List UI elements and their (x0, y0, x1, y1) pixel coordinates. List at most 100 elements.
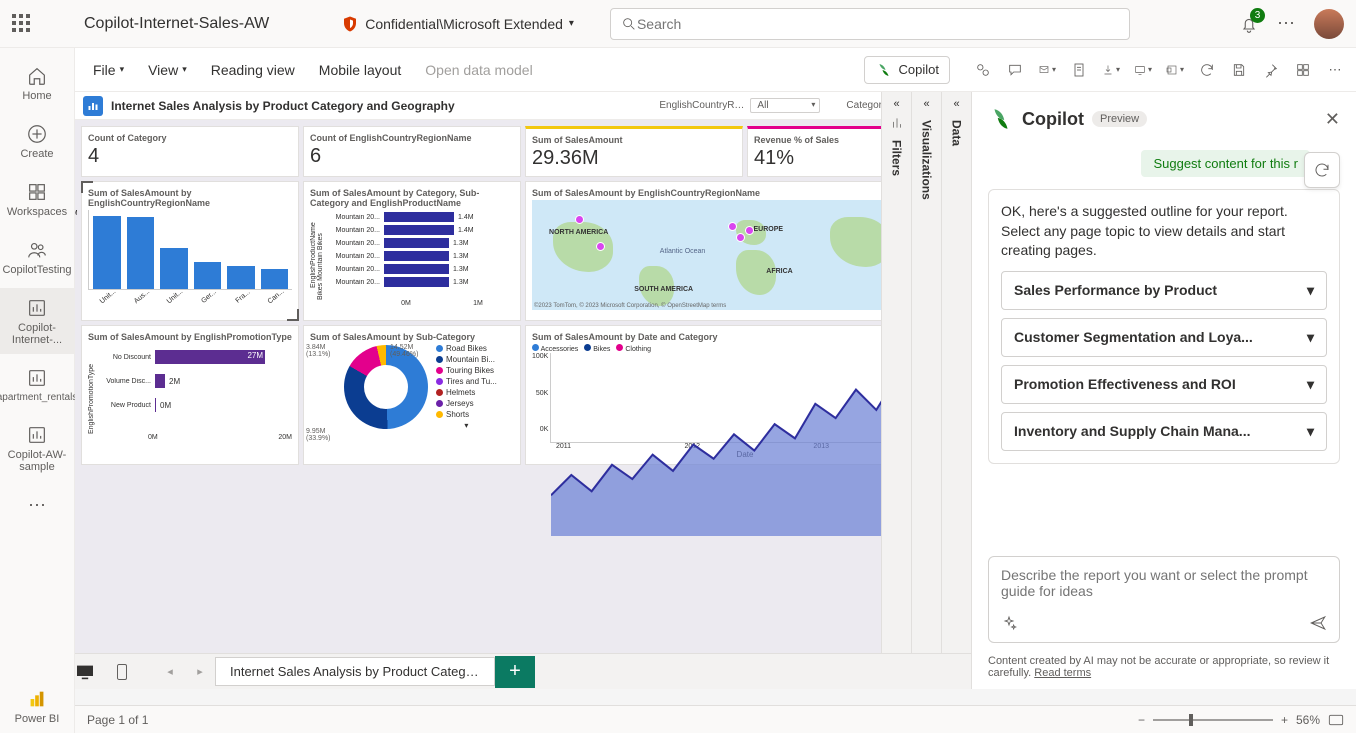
desktop-view-icon[interactable] (75, 664, 115, 680)
nav-create[interactable]: Create (0, 114, 74, 168)
share-icon[interactable] (1134, 61, 1152, 79)
copilot-button[interactable]: Copilot (864, 56, 950, 84)
nav-more[interactable]: ⋯ (0, 485, 74, 527)
filters-panel-collapsed[interactable]: «Filters (881, 92, 911, 689)
nav-rentals[interactable]: apartment_rentals (0, 358, 74, 411)
menu-reading-view[interactable]: Reading view (205, 58, 301, 82)
nav-powerbi[interactable]: Power BI (0, 679, 74, 733)
more-options[interactable]: ⋯ (1277, 13, 1296, 34)
document-icon[interactable] (1070, 61, 1088, 79)
comment-icon[interactable] (1006, 61, 1024, 79)
teams-icon[interactable] (1166, 61, 1184, 79)
chart-sales-by-product[interactable]: Sum of SalesAmount by Category, Sub-Cate… (303, 181, 521, 321)
user-avatar[interactable] (1314, 9, 1344, 39)
more-icon[interactable]: ⋯ (1326, 61, 1344, 79)
report-title: Internet Sales Analysis by Product Categ… (111, 99, 455, 113)
copilot-textarea[interactable] (1001, 567, 1327, 607)
grid-icon[interactable] (1294, 61, 1312, 79)
zoom-level: 56% (1296, 713, 1320, 727)
regenerate-button[interactable] (1304, 152, 1340, 188)
bar-group (88, 210, 292, 290)
suggestion-customer-segmentation[interactable]: Customer Segmentation and Loya...▾ (1001, 318, 1327, 357)
preview-badge: Preview (1092, 111, 1147, 127)
menu-open-data-model: Open data model (419, 58, 538, 82)
nav-home[interactable]: Home (0, 56, 74, 110)
filter1-label: EnglishCountryR… (659, 100, 744, 111)
menu-mobile-layout[interactable]: Mobile layout (313, 58, 408, 82)
chart-sales-by-promo[interactable]: Sum of SalesAmount by EnglishPromotionTy… (81, 325, 299, 465)
copilot-message: OK, here's a suggested outline for your … (1001, 202, 1327, 261)
visualizations-panel-collapsed[interactable]: «Visualizations (911, 92, 941, 689)
search-box[interactable] (610, 8, 1130, 40)
zoom-slider[interactable] (1153, 719, 1273, 721)
workspaces-icon (26, 181, 48, 203)
export-icon[interactable] (1102, 61, 1120, 79)
subscribe-icon[interactable] (1038, 61, 1056, 79)
pin-icon[interactable] (1262, 61, 1280, 79)
kpi-sum-sales[interactable]: Sum of SalesAmount29.36M (525, 126, 743, 177)
search-icon (621, 16, 637, 32)
kpi-count-region[interactable]: Count of EnglishCountryRegionName6 (303, 126, 521, 177)
prev-page[interactable]: ◂ (155, 665, 185, 678)
nav-workspaces[interactable]: Workspaces (0, 172, 74, 226)
powerbi-icon (26, 688, 48, 710)
suggestion-inventory[interactable]: Inventory and Supply Chain Mana...▾ (1001, 412, 1327, 451)
fit-to-page-icon[interactable] (1328, 714, 1344, 726)
nav-current-report[interactable]: Copilot-Internet-... (0, 288, 74, 354)
report-icon (26, 367, 48, 389)
search-input[interactable] (637, 16, 1119, 32)
chevron-down-icon: ▾ (1307, 282, 1314, 299)
chart-donut-subcategory[interactable]: Sum of SalesAmount by Sub-Category 3.84M… (303, 325, 521, 465)
copilot-title: Copilot (1022, 109, 1084, 130)
home-icon (26, 65, 48, 87)
people-icon (26, 239, 48, 261)
shield-icon (341, 15, 359, 33)
page-tab[interactable]: Internet Sales Analysis by Product Categ… (215, 657, 495, 686)
mobile-view-icon[interactable] (115, 663, 155, 681)
chart-icon (890, 116, 904, 130)
menu-file[interactable]: File ▾ (87, 58, 130, 82)
save-icon[interactable] (1230, 61, 1248, 79)
zoom-in[interactable]: + (1281, 713, 1288, 727)
sensitivity-label: Confidential\Microsoft Extended (365, 16, 563, 32)
chevron-down-icon: ▾ (1307, 423, 1314, 440)
copilot-icon (875, 61, 893, 79)
kpi-count-category[interactable]: Count of Category4 (81, 126, 299, 177)
app-launcher[interactable] (12, 14, 32, 34)
report-icon (26, 424, 48, 446)
add-page-button[interactable]: + (495, 656, 535, 688)
plus-circle-icon (26, 123, 48, 145)
notifications-button[interactable]: 3 (1239, 14, 1259, 34)
filter1-dropdown[interactable]: All (750, 98, 820, 113)
copilot-input-box[interactable] (988, 556, 1340, 643)
notification-count: 3 (1250, 8, 1265, 23)
chevron-down-icon: ▾ (182, 64, 187, 75)
chevron-left-icon[interactable]: « (953, 98, 959, 110)
user-prompt-chip: Suggest content for this r (1141, 150, 1310, 177)
close-button[interactable]: ✕ (1325, 109, 1340, 130)
chevron-left-icon[interactable]: « (923, 98, 929, 110)
map-attribution: ©2023 TomTom, © 2023 Microsoft Corporati… (534, 303, 726, 309)
send-icon[interactable] (1309, 614, 1327, 632)
next-page[interactable]: ▸ (185, 665, 215, 678)
refresh-icon (1313, 161, 1331, 179)
data-panel-collapsed[interactable]: «Data (941, 92, 971, 689)
nav-aw-sample[interactable]: Copilot-AW-sample (0, 415, 74, 481)
copilot-logo-icon (988, 106, 1014, 132)
read-terms-link[interactable]: Read terms (1034, 667, 1091, 679)
menu-view[interactable]: View ▾ (142, 58, 193, 82)
chevron-down-icon: ▾ (1307, 376, 1314, 393)
chevron-left-icon[interactable]: « (893, 98, 899, 110)
refresh-icon[interactable] (1198, 61, 1216, 79)
report-icon (26, 297, 48, 319)
chevron-down-icon: ▾ (1307, 329, 1314, 346)
sparkle-icon[interactable] (1001, 615, 1017, 631)
suggestion-promotion-roi[interactable]: Promotion Effectiveness and ROI▾ (1001, 365, 1327, 404)
report-type-icon (83, 96, 103, 116)
suggestion-sales-performance[interactable]: Sales Performance by Product▾ (1001, 271, 1327, 310)
chart-sales-by-country[interactable]: Sum of SalesAmount by EnglishCountryRegi… (81, 181, 299, 321)
nav-copilot-testing[interactable]: CopilotTesting (0, 230, 74, 284)
sensitivity-dropdown[interactable]: Confidential\Microsoft Extended ▾ (341, 15, 574, 33)
explore-icon[interactable] (974, 61, 992, 79)
zoom-out[interactable]: − (1138, 713, 1145, 727)
